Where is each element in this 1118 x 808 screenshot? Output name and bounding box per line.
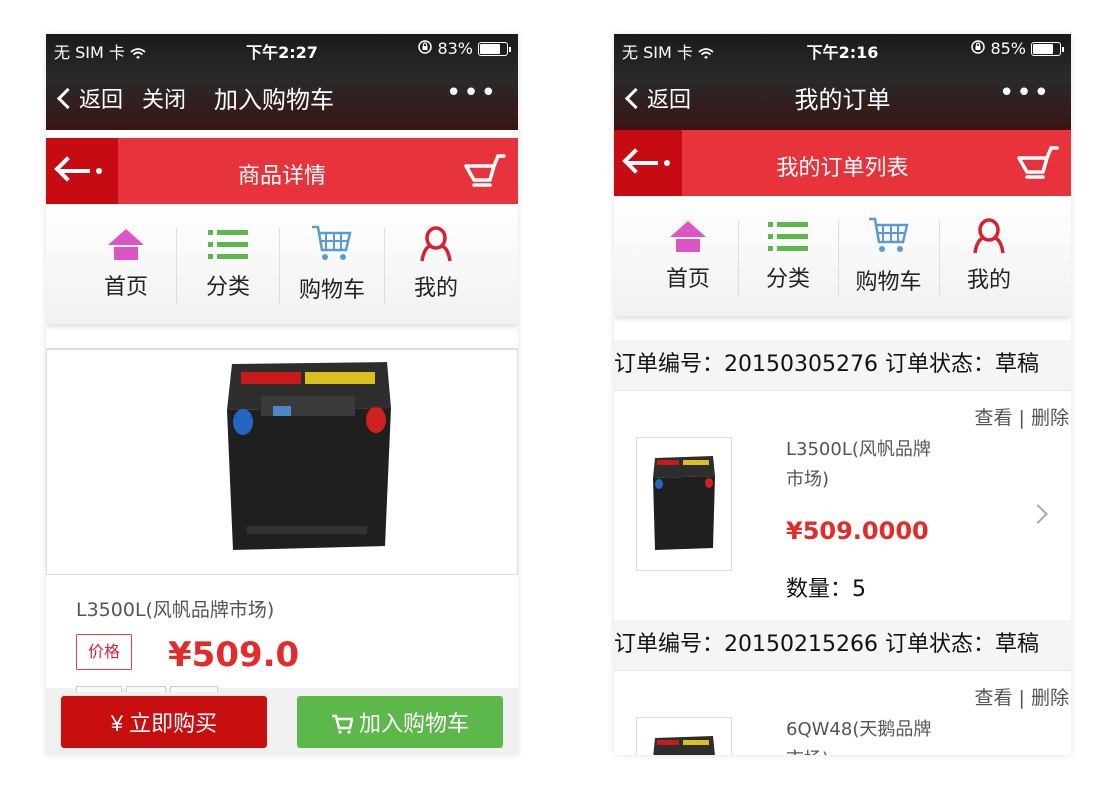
tab-label: 我的 [966,268,1011,293]
shopping-cart-icon [1017,146,1059,179]
car-battery-image [227,362,391,550]
rotation-lock-icon [418,39,433,58]
ios-navigation-area: 无 SIM 卡 下午2:16 85% 返回 我的订单 ••• [614,34,1071,130]
order-quantity: 数量：5 [786,577,866,602]
navigation-bar: 返回 关闭 加入购物车 ••• [46,78,518,118]
quantity-stub [126,686,166,692]
order-actions[interactable]: 查看 | 删除 [975,403,1069,430]
quantity-stub [170,686,218,692]
user-icon [973,218,1005,254]
tab-category[interactable]: 分类 [739,196,837,316]
product-image[interactable] [46,349,518,575]
product-price: ¥509.0 [168,635,300,675]
tab-mine[interactable]: 我的 [940,196,1038,316]
tab-home[interactable]: 首页 [638,196,738,316]
list-icon [208,230,248,259]
chevron-right-icon [1028,504,1048,524]
status-right: 83% [418,39,511,58]
header-cart-button[interactable] [1017,146,1059,182]
header-title: 商品详情 [237,164,326,189]
back-button[interactable]: 返回 [56,82,124,114]
home-icon [670,221,706,252]
tab-cart[interactable]: 购物车 [281,204,383,324]
tab-label: 分类 [205,275,250,300]
rotation-lock-icon [971,39,986,58]
battery-percent: 85% [990,39,1026,58]
section-header: 商品详情 [46,138,518,204]
close-button[interactable]: 关闭 [142,82,186,114]
shopping-cart-icon [464,154,506,187]
order-header: 订单编号：20150305276 订单状态：草稿 [614,340,1071,390]
status-bar: 无 SIM 卡 下午2:16 85% [614,34,1071,64]
tab-divider [176,228,177,304]
back-label: 返回 [79,88,124,113]
section-header: 我的订单列表 [614,130,1071,196]
order-product-name: 6QW48(天鹅品牌市场) [786,719,932,755]
chevron-left-icon [56,87,79,109]
car-battery-image [653,456,715,550]
page-title: 加入购物车 [214,86,334,114]
tab-menu: 首页 分类 购物车 我的 [614,196,1071,316]
add-cart-label: 加入购物车 [359,711,470,736]
status-right: 85% [971,39,1064,58]
user-icon [420,226,452,262]
tab-divider [279,228,280,304]
order-item[interactable]: 查看 | 删除 L3500L(风帆品牌市场) ¥509.0000 数量：5 [614,390,1071,616]
tab-home[interactable]: 首页 [76,204,176,324]
order-header: 订单编号：20150215266 订单状态：草稿 [614,620,1071,670]
more-options-button[interactable]: ••• [999,78,1051,108]
product-detail-screen: 无 SIM 卡 下午2:27 83% 返回 关闭 加入购物车 ••• 商品详情 … [46,34,518,755]
tab-label: 购物车 [298,278,365,303]
order-item[interactable]: 查看 | 删除 6QW48(天鹅品牌市场) [614,670,1071,755]
header-cart-button[interactable] [464,154,506,190]
home-icon [108,229,144,260]
tab-category[interactable]: 分类 [178,204,278,324]
tab-cart[interactable]: 购物车 [839,196,938,316]
price-label-badge: 价格 [76,634,132,670]
order-product-image [636,437,732,571]
list-icon [768,222,808,251]
tab-label: 首页 [665,267,710,292]
battery-icon [478,41,511,56]
tab-divider [384,228,385,304]
ios-navigation-area: 无 SIM 卡 下午2:27 83% 返回 关闭 加入购物车 ••• [46,34,518,130]
order-list-screen: 无 SIM 卡 下午2:16 85% 返回 我的订单 ••• 我的订单列表 首页… [614,34,1071,755]
order-actions[interactable]: 查看 | 删除 [975,683,1069,710]
car-battery-image [653,736,715,755]
navigation-bar: 返回 我的订单 ••• [614,78,1071,118]
order-price: ¥509.0000 [786,517,929,545]
cart-icon [312,225,352,260]
battery-icon [1031,41,1064,56]
order-product-image [636,717,732,755]
header-title: 我的订单列表 [776,156,909,181]
tab-menu: 首页 分类 购物车 我的 [46,204,518,324]
battery-percent: 83% [437,39,473,58]
tab-mine[interactable]: 我的 [386,204,486,324]
quantity-stub [76,686,122,692]
cart-icon [868,217,909,252]
more-options-button[interactable]: ••• [446,78,498,108]
status-bar: 无 SIM 卡 下午2:27 83% [46,34,518,64]
product-name: L3500L(风帆品牌市场) [76,599,275,621]
tab-label: 我的 [413,276,458,301]
tab-label: 首页 [103,275,148,300]
add-cart-icon [331,714,354,734]
buy-now-button[interactable]: ¥ 立即购买 [61,696,267,748]
action-bar: ¥ 立即购买 加入购物车 [46,686,518,755]
tab-label: 分类 [765,267,810,292]
add-to-cart-button[interactable]: 加入购物车 [297,696,503,748]
tab-label: 购物车 [855,270,922,295]
order-product-name: L3500L(风帆品牌市场) [786,439,931,490]
